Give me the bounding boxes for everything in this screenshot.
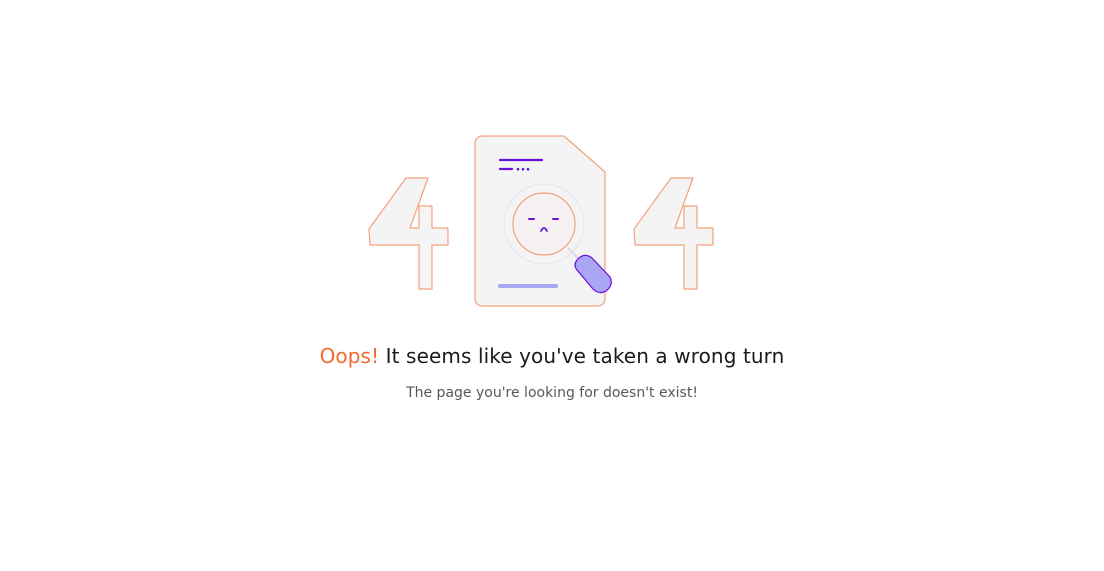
heading-accent: Oops! [319, 344, 380, 368]
error-page: Oops! It seems like you've taken a wrong… [0, 0, 1104, 571]
digit-four-icon [368, 177, 449, 290]
error-heading: Oops! It seems like you've taken a wrong… [0, 344, 1104, 368]
heading-text: It seems like you've taken a wrong turn [385, 344, 785, 368]
digit-four-icon [633, 177, 714, 290]
404-illustration [362, 130, 722, 312]
error-subtext: The page you're looking for doesn't exis… [406, 385, 698, 401]
